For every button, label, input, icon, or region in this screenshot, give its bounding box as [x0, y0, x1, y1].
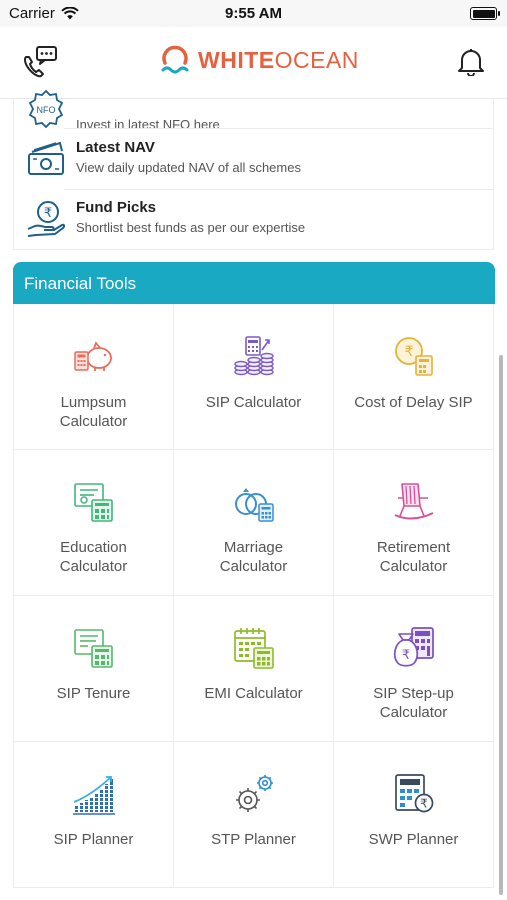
- growth-chart-icon: [72, 776, 115, 815]
- tool-cost-of-delay-sip[interactable]: ₹ Cost of Delay SIP: [334, 304, 494, 450]
- section-title: Financial Tools: [24, 274, 137, 293]
- gears-icon: [235, 775, 273, 812]
- piggy-bank-calculator-icon: [73, 341, 112, 371]
- document-calculator-icon: [73, 629, 113, 668]
- coin-stack-icon: [233, 336, 274, 376]
- list-item-subtitle: Shortlist best funds as per our expertis…: [76, 220, 306, 235]
- tool-label: SIP Calculator: [205, 394, 302, 411]
- tool-swp-planner[interactable]: ₹ SWP Planner: [334, 742, 494, 888]
- rocking-chair-icon: [394, 483, 433, 520]
- battery-icon: [470, 7, 500, 20]
- tool-label: Marriage Calculator: [219, 539, 288, 575]
- phone-chat-icon[interactable]: [20, 44, 58, 80]
- list-item-title: Latest NAV: [76, 139, 155, 156]
- tool-sip-step-up-calculator[interactable]: ₹ SIP Step-up Calculator: [334, 596, 494, 742]
- bell-icon[interactable]: [457, 46, 485, 76]
- nfo-badge-icon: NFO: [28, 89, 64, 129]
- list-item-title: Fund Picks: [76, 199, 157, 216]
- svg-text:₹: ₹: [420, 797, 428, 811]
- list-item-subtitle: View daily updated NAV of all schemes: [76, 160, 301, 175]
- list-item-fund-picks[interactable]: ₹ Fund Picks Shortlist best funds as per…: [14, 189, 495, 249]
- whiteocean-logo-icon: [161, 45, 189, 74]
- brand-logo: WHITEOCEAN: [160, 43, 359, 77]
- tool-sip-tenure[interactable]: SIP Tenure: [14, 596, 174, 742]
- svg-text:NFO: NFO: [37, 105, 56, 115]
- tool-marriage-calculator[interactable]: Marriage Calculator: [174, 450, 334, 596]
- tool-label: EMI Calculator: [204, 685, 303, 702]
- tool-label: Education Calculator: [59, 539, 128, 575]
- tool-emi-calculator[interactable]: EMI Calculator: [174, 596, 334, 742]
- tool-sip-calculator[interactable]: SIP Calculator: [174, 304, 334, 450]
- tool-retirement-calculator[interactable]: Retirement Calculator: [334, 450, 494, 596]
- scrollbar[interactable]: [499, 355, 503, 895]
- status-bar: Carrier 9:55 AM: [0, 0, 507, 27]
- svg-text:₹: ₹: [44, 206, 52, 221]
- tool-label: Cost of Delay SIP: [354, 394, 473, 411]
- quick-links-list: NFO Invest in latest NFO here Latest NAV…: [13, 89, 495, 250]
- money-bag-calculator-icon: ₹: [393, 627, 434, 667]
- rupee-clock-calculator-icon: ₹: [394, 337, 433, 376]
- hand-rupee-icon: ₹: [27, 201, 66, 237]
- banknote-icon: [28, 141, 64, 175]
- calendar-calculator-icon: [233, 628, 274, 669]
- rings-calculator-icon: [234, 488, 274, 522]
- list-item-latest-nav[interactable]: Latest NAV View daily updated NAV of all…: [14, 129, 495, 189]
- calculator-rupee-icon: ₹: [394, 774, 433, 813]
- financial-tools-header: Financial Tools: [13, 262, 495, 304]
- tool-label: Retirement Calculator: [376, 539, 451, 575]
- tool-sip-planner[interactable]: SIP Planner: [14, 742, 174, 888]
- tool-label: SIP Planner: [53, 831, 134, 848]
- tool-label: Lumpsum Calculator: [59, 394, 128, 430]
- brand-name: WHITEOCEAN: [198, 46, 359, 73]
- clock: 9:55 AM: [225, 5, 282, 22]
- svg-text:₹: ₹: [404, 344, 413, 360]
- tool-label: SIP Step-up Calculator: [373, 685, 454, 721]
- tool-education-calculator[interactable]: Education Calculator: [14, 450, 174, 596]
- svg-text:₹: ₹: [401, 648, 409, 663]
- tool-label: STP Planner: [211, 831, 296, 848]
- certificate-calculator-icon: [73, 483, 113, 522]
- tool-stp-planner[interactable]: STP Planner: [174, 742, 334, 888]
- tool-label: SWP Planner: [368, 831, 459, 848]
- financial-tools-grid: Lumpsum Calculator SIP Calculator ₹ Cost …: [13, 304, 495, 888]
- tool-label: SIP Tenure: [56, 685, 131, 702]
- tool-lumpsum-calculator[interactable]: Lumpsum Calculator: [14, 304, 174, 450]
